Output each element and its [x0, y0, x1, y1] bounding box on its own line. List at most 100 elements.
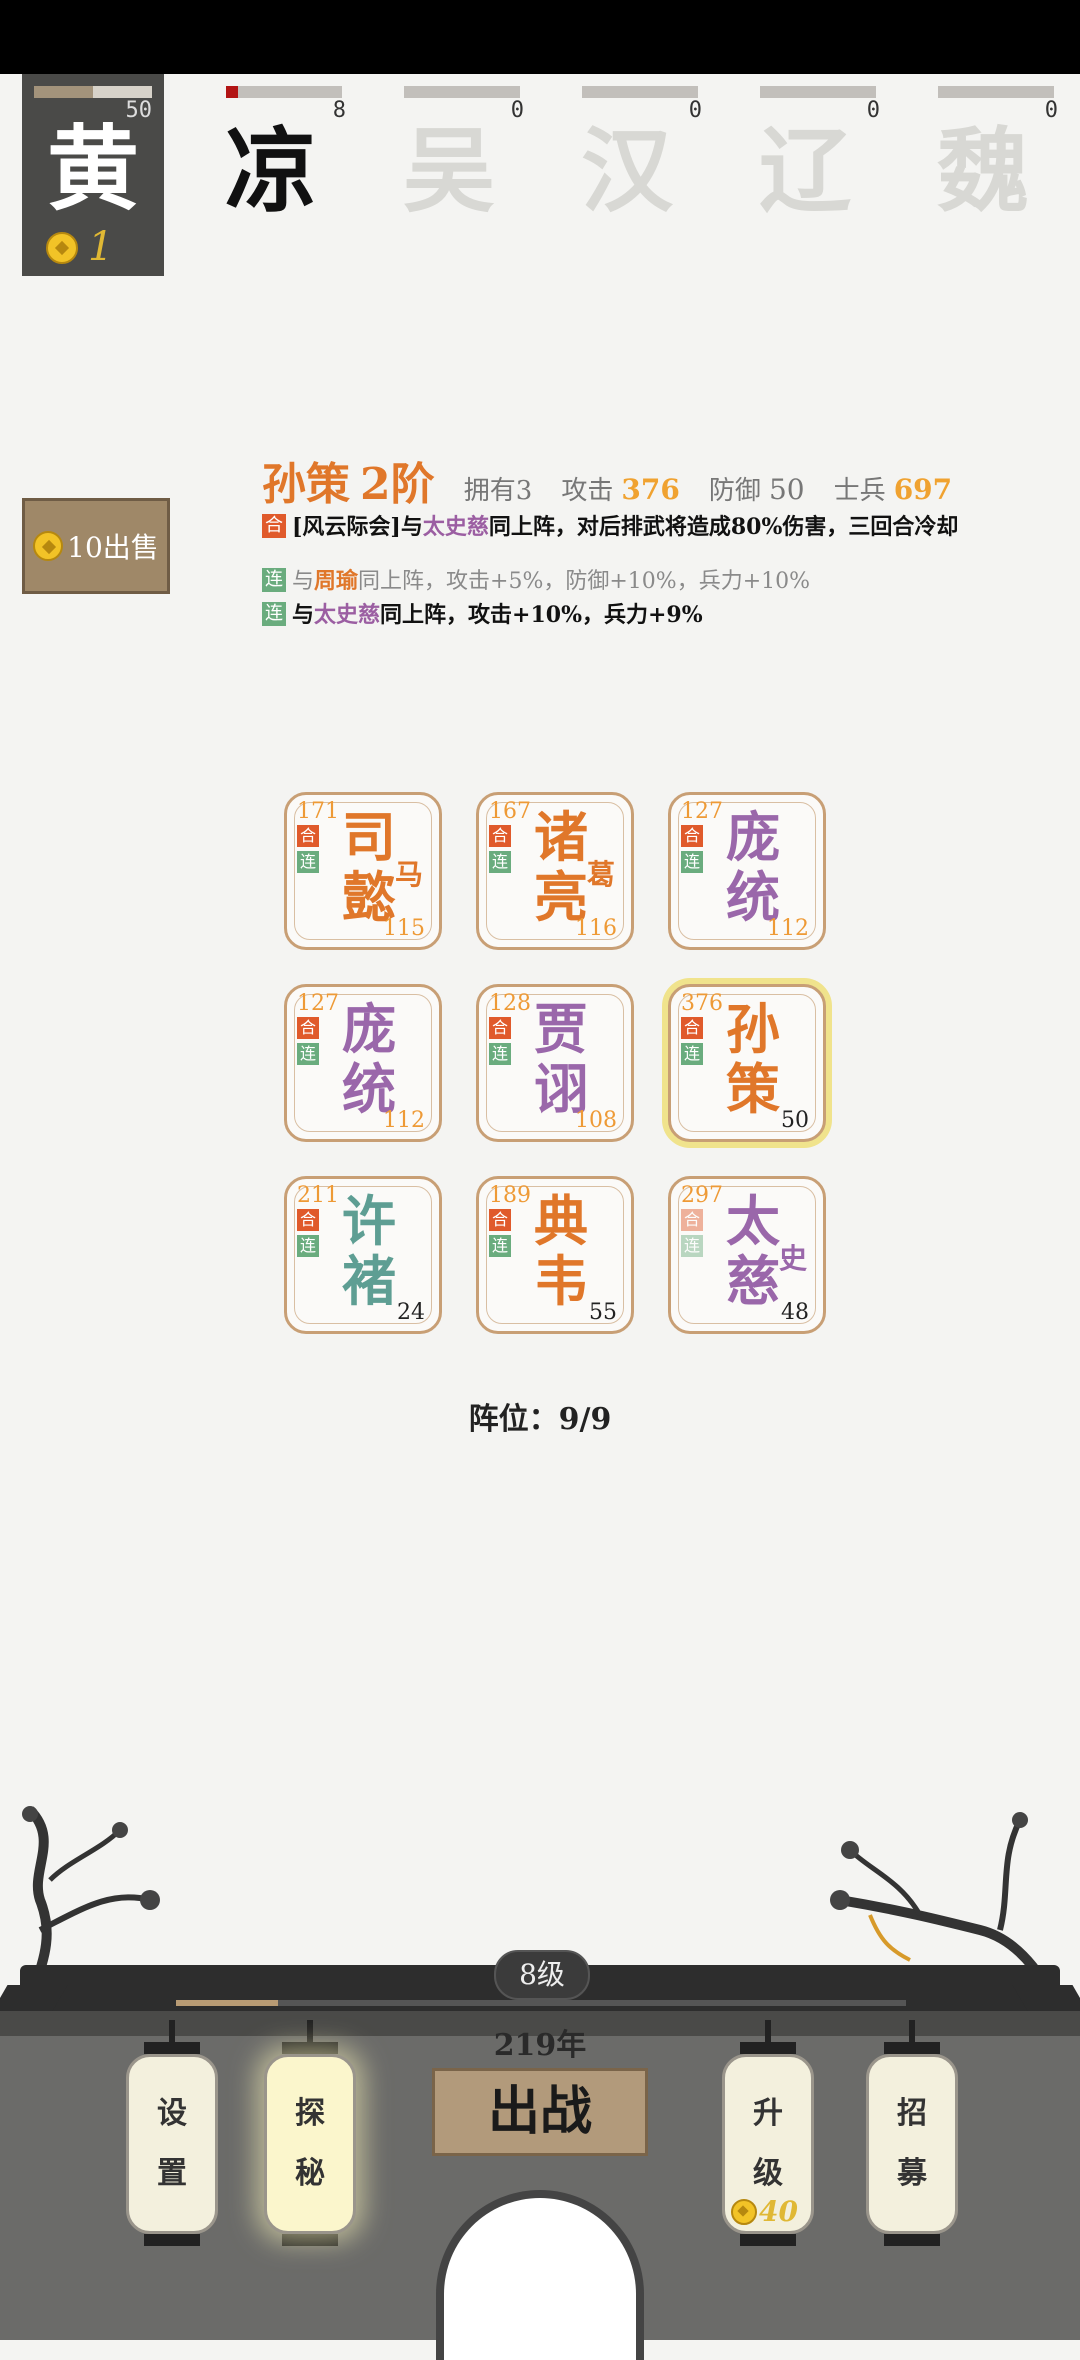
faction-name: 黄	[46, 115, 139, 223]
hero-troops-label: 士兵	[833, 476, 886, 506]
hero-card-name-1: 诸	[534, 805, 588, 869]
hero-card-attack: 376	[681, 991, 723, 1016]
hero-atk-value: 376	[621, 473, 680, 506]
hero-def-value: 50	[768, 473, 805, 506]
faction-tab-wu[interactable]: 0 吴	[374, 74, 524, 274]
faction-tab-wei[interactable]: 0 魏	[908, 74, 1058, 274]
faction-progress-bar	[34, 86, 152, 98]
hero-atk-label: 攻击	[561, 476, 614, 506]
link-tag: 连	[297, 851, 319, 873]
faction-tab-liao[interactable]: 0 辽	[730, 74, 880, 274]
combo-tag: 合	[681, 825, 703, 847]
hero-card-surname: 葛	[586, 858, 615, 891]
hero-card-count: 108	[575, 1108, 617, 1133]
recruit-button[interactable]: 招募	[866, 2020, 958, 2246]
hero-card[interactable]: 171 合连司懿马 115	[284, 792, 442, 950]
faction-tab-han[interactable]: 0 汉	[552, 74, 702, 274]
upgrade-label-1: 升	[753, 2096, 783, 2131]
combo-tag: 合	[297, 1017, 319, 1039]
hero-card[interactable]: 189 合连 典韦 55	[476, 1176, 634, 1334]
skill-text: 与	[292, 602, 315, 628]
link-tag: 连	[681, 1235, 703, 1257]
faction-name: 魏	[936, 117, 1029, 225]
settings-label-1: 设	[157, 2096, 187, 2131]
combo-tag: 合	[489, 825, 511, 847]
hero-card-name-1: 典	[534, 1189, 588, 1253]
hero-info-header: 孙策 2阶 拥有3 攻击 376 防御 50 士兵 697	[262, 448, 1062, 510]
hero-owned: 拥有3	[463, 476, 533, 506]
coin-icon	[731, 2199, 757, 2225]
hero-card-count: 112	[383, 1108, 425, 1133]
battle-button[interactable]: 出战	[432, 2068, 648, 2156]
sell-button-label: 10出售	[67, 531, 159, 564]
combo-tag: 合	[297, 825, 319, 847]
skill-text: 同上阵，攻击+5%，防御+10%，兵力+10%	[358, 569, 811, 594]
hero-card-name-1: 许	[342, 1189, 396, 1253]
faction-tab-liang[interactable]: 8 凉	[196, 74, 346, 274]
hero-card-name-1: 贾	[534, 997, 588, 1061]
hero-card-frame: 127 合连庞统 112	[668, 792, 826, 950]
faction-name: 汉	[580, 117, 673, 225]
hero-card-frame: 376 合连 孙策 50	[668, 984, 826, 1142]
combo-tag: 合	[297, 1209, 319, 1231]
hero-card-attack: 297	[681, 1183, 723, 1208]
combo-tag: 合	[489, 1017, 511, 1039]
explore-button[interactable]: 探秘	[264, 2020, 356, 2246]
formation-grid: 171 合连司懿马 115 167 合连诸亮葛 116 127 合连庞统 112 127 合连庞统 1…	[284, 792, 830, 1338]
hero-card-name-1: 庞	[726, 805, 780, 869]
hero-card-count: 115	[383, 916, 425, 941]
hero-tier: 2阶	[360, 459, 435, 510]
hero-card-frame: 211 合连 许褚 24	[284, 1176, 442, 1334]
hero-card-name-1: 孙	[726, 997, 780, 1061]
skill-hero-name: 太史慈	[314, 602, 381, 628]
combo-tag: 合	[262, 514, 286, 538]
hero-card[interactable]: 167 合连诸亮葛 116	[476, 792, 634, 950]
faction-name: 吴	[402, 117, 495, 225]
hero-card[interactable]: 376 合连 孙策 50	[668, 984, 826, 1142]
combo-tag: 合	[681, 1209, 703, 1231]
settings-label-2: 置	[157, 2156, 187, 2191]
skill-text: 与	[292, 569, 315, 594]
faction-progress-bar	[938, 86, 1054, 98]
faction-progress-bar	[760, 86, 876, 98]
upgrade-cost: 40	[731, 2197, 798, 2227]
faction-name: 辽	[758, 117, 851, 225]
combo-tag: 合	[489, 1209, 511, 1231]
hero-card-attack: 211	[297, 1183, 339, 1208]
hero-card-attack: 189	[489, 1183, 531, 1208]
link-tag: 连	[262, 602, 286, 626]
link-tag: 连	[297, 1235, 319, 1257]
hero-card-attack: 128	[489, 991, 531, 1016]
upgrade-cost-value: 40	[759, 2195, 798, 2228]
upgrade-button[interactable]: 升级 40	[722, 2020, 814, 2246]
hero-card[interactable]: 128 合连贾诩 108	[476, 984, 634, 1142]
link-tag: 连	[297, 1043, 319, 1065]
hero-card[interactable]: 297 合连 太慈史 48	[668, 1176, 826, 1334]
hero-card[interactable]: 211 合连 许褚 24	[284, 1176, 442, 1334]
hero-card-count: 48	[781, 1300, 809, 1325]
link-tag: 连	[681, 851, 703, 873]
hero-card[interactable]: 127 合连庞统 112	[668, 792, 826, 950]
formation-count: 阵位：9/9	[468, 1402, 612, 1437]
hero-def-label: 防御	[708, 476, 761, 506]
hero-card[interactable]: 127 合连庞统 112	[284, 984, 442, 1142]
recruit-label-2: 募	[897, 2156, 927, 2191]
sell-button[interactable]: 10出售	[22, 498, 170, 594]
hero-card-attack: 127	[681, 799, 723, 824]
faction-tab-huang[interactable]: 50 黄 1	[22, 74, 164, 276]
hero-card-surname: 史	[778, 1242, 807, 1275]
skill-hero-name: 太史慈	[422, 514, 489, 540]
status-bar	[0, 0, 1080, 74]
faction-bar: 50 黄 1 8 凉 0 吴 0 汉 0 辽 0 魏	[0, 74, 1080, 284]
hero-card-attack: 171	[297, 799, 339, 824]
hero-card-count: 55	[589, 1300, 617, 1325]
hero-card-name-2: 慈	[726, 1249, 780, 1313]
skill-line-link: 连与太史慈同上阵，攻击+10%，兵力+9%	[262, 602, 1052, 628]
settings-button[interactable]: 设置	[126, 2020, 218, 2246]
hero-card-attack: 127	[297, 991, 339, 1016]
hero-card-name-1: 司	[342, 805, 396, 869]
hero-card-name-1: 庞	[342, 997, 396, 1061]
hero-card-count: 112	[767, 916, 809, 941]
hero-card-count: 116	[575, 916, 617, 941]
hero-card-count: 50	[781, 1108, 809, 1133]
